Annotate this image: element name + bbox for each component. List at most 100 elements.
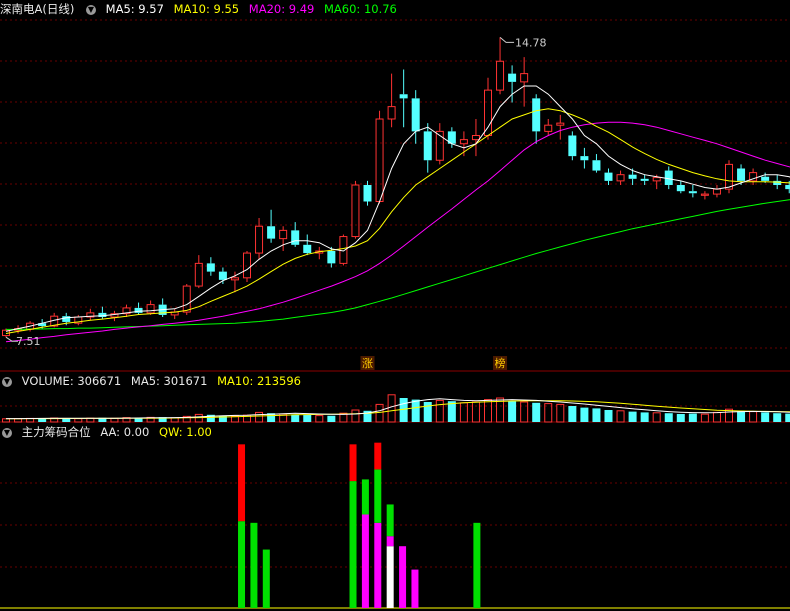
volume-bar — [435, 399, 444, 423]
volume-bar — [749, 411, 758, 423]
chip-bar-segment — [361, 514, 369, 608]
candle-body — [62, 316, 71, 322]
candle-body — [267, 226, 276, 239]
candle-body — [580, 156, 589, 161]
volume-bar — [375, 403, 384, 423]
chevron-down-icon[interactable]: ▼ — [86, 4, 96, 15]
candlestick-series — [2, 37, 790, 338]
aa-label: AA: 0.00 — [100, 425, 150, 439]
candle-body — [218, 271, 227, 280]
high-pointer — [499, 36, 515, 43]
candle-body — [230, 277, 239, 281]
chip-bar-segment — [349, 481, 357, 608]
candle-body — [664, 170, 673, 185]
candle-body — [411, 98, 420, 132]
volume-bar — [387, 394, 396, 423]
chevron-down-icon[interactable]: ▼ — [2, 376, 12, 387]
volume-bar — [423, 402, 432, 422]
candle-body — [484, 89, 492, 136]
chevron-down-icon[interactable]: ▼ — [2, 427, 12, 438]
volume-bar — [315, 415, 324, 423]
candle-body — [508, 73, 517, 82]
volume-bar — [773, 413, 782, 422]
chip-bar-segment — [386, 546, 394, 608]
candle-body — [532, 98, 541, 132]
candle-body — [604, 172, 613, 181]
volume-bar — [74, 418, 83, 423]
ma10-line — [5, 108, 790, 334]
candle-body — [761, 176, 770, 181]
volume-ma5-label: MA5: 301671 — [130, 374, 208, 388]
moving-average-lines — [5, 85, 790, 343]
chip-bar-segment — [250, 522, 258, 608]
candle-body — [255, 225, 264, 254]
volume-bar — [676, 414, 685, 422]
chip-bar-segment — [349, 444, 357, 482]
chip-title: 主力筹码合位 — [21, 425, 91, 439]
volume-bar — [592, 408, 601, 422]
candle-body — [616, 174, 625, 182]
candle-body — [399, 94, 408, 99]
candle-body — [544, 124, 553, 132]
volume-bar — [785, 413, 790, 422]
candle-body — [652, 177, 661, 182]
volume-bar — [291, 414, 300, 422]
chip-bar-segment — [361, 479, 369, 515]
chip-bar-segment — [374, 469, 382, 523]
stock-title: 深南电A(日线) — [0, 2, 75, 16]
candle-body — [785, 185, 790, 190]
candle-body — [339, 236, 348, 264]
volume-bar — [568, 406, 577, 422]
chip-bar-segment — [411, 569, 419, 608]
candle-body — [182, 285, 191, 313]
candle-body — [423, 131, 432, 161]
chip-bar-segment — [399, 546, 407, 608]
candle-body — [628, 174, 637, 179]
candle-body — [568, 135, 577, 157]
candle-body — [496, 60, 505, 91]
volume-bar — [255, 411, 264, 423]
candle-body — [700, 193, 709, 196]
candle-body — [351, 184, 360, 238]
candle-body — [146, 304, 155, 314]
candle-body — [303, 244, 312, 254]
main-panel-header: 深南电A(日线) ▼ MA5: 9.57 MA10: 9.55 MA20: 9.… — [0, 0, 403, 18]
chip-bar-segment — [473, 522, 481, 608]
ma20-label: MA20: 9.49 — [248, 2, 315, 16]
candle-body — [737, 168, 746, 181]
volume-label: VOLUME: 306671 — [21, 374, 122, 388]
ma60-label: MA60: 10.76 — [324, 2, 397, 16]
candle-body — [640, 178, 649, 181]
chip-bar-segment — [238, 521, 246, 608]
candle-body — [592, 160, 601, 171]
low-price-label: 7.51 — [16, 335, 41, 348]
volume-bar — [580, 407, 589, 422]
chip-bar-segment — [262, 549, 270, 608]
volume-bar — [2, 418, 10, 423]
volume-bar — [700, 413, 709, 423]
candle-body — [773, 180, 782, 185]
volume-bar — [761, 412, 770, 422]
chip-bar-segment — [374, 442, 382, 470]
candle-body — [134, 307, 143, 313]
volume-panel-header: ▼ VOLUME: 306671 MA5: 301671 MA10: 21359… — [0, 372, 307, 390]
candle-body — [387, 106, 396, 120]
qw-label: QW: 1.00 — [158, 425, 212, 439]
chip-bars — [238, 442, 481, 608]
candle-body — [375, 118, 384, 202]
ma60-line — [6, 199, 790, 330]
marker-label: 榜 — [495, 356, 506, 370]
candle-body — [712, 188, 721, 195]
volume-bar — [712, 411, 721, 423]
ma10-label: MA10: 9.55 — [173, 2, 240, 16]
volume-bar — [664, 413, 673, 422]
volume-bar — [520, 401, 529, 423]
candle-body — [243, 252, 251, 279]
candle-body — [279, 229, 288, 240]
volume-bar — [556, 403, 565, 423]
marker-label: 涨 — [362, 357, 373, 370]
volume-bars — [2, 394, 790, 423]
candle-body — [363, 185, 372, 202]
candle-body — [725, 163, 733, 190]
volume-bar — [411, 399, 420, 422]
